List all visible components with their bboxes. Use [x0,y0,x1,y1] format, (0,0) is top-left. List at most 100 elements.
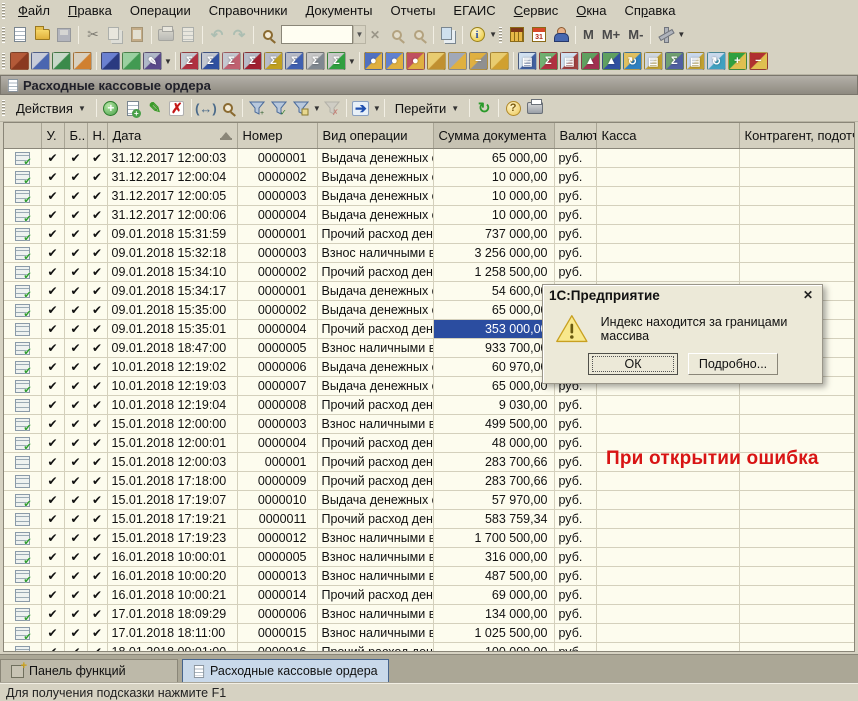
menu-item-операции[interactable]: Операции [121,1,200,20]
details-button[interactable]: Подробно... [688,353,778,375]
cell-cur[interactable]: руб. [554,414,596,433]
cell-type[interactable]: Прочий расход дене... [317,585,433,604]
table-row[interactable]: ✔✔✔15.01.2018 17:18:000000009Прочий расх… [4,471,854,490]
sigma-table-icon[interactable]: Σ [665,52,684,70]
cell-date[interactable]: 10.01.2018 12:19:04 [107,395,237,414]
cell-ctr[interactable] [739,509,854,528]
table-row[interactable]: ✔✔✔31.12.2017 12:00:040000002Выдача дене… [4,167,854,186]
chart-cube-blue-icon[interactable]: ▲ [602,52,621,70]
table-row[interactable]: ✔✔✔10.01.2018 12:19:040000008Прочий расх… [4,395,854,414]
cell-ctr[interactable] [739,414,854,433]
cell-cur[interactable]: руб. [554,547,596,566]
cell-type[interactable]: Выдача денежных с... [317,148,433,167]
cell-type[interactable]: Прочий расход дене... [317,262,433,281]
column-kassa[interactable]: Касса [596,123,739,148]
info-dropdown-icon[interactable]: ▼ [489,30,497,39]
column-accounting[interactable]: Б.. [64,123,87,148]
cut-icon[interactable]: ✂ [83,25,103,45]
cell-kassa[interactable] [596,566,739,585]
doc-coins-icon[interactable]: ▤ [644,52,663,70]
cell-num[interactable]: 0000002 [237,300,317,319]
person-coins-2-icon[interactable]: ● [385,52,404,70]
cell-kassa[interactable] [596,585,739,604]
cell-type[interactable]: Выдача денежных с... [317,376,433,395]
sigma-person-blue-icon[interactable]: Σ [201,52,220,70]
cell-amt[interactable]: 583 759,34 [433,509,554,528]
print-form-orange-icon[interactable] [73,52,92,70]
cell-cur[interactable]: руб. [554,395,596,414]
find-next-icon[interactable] [409,25,429,45]
table-row[interactable]: ✔✔✔15.01.2018 17:19:210000011Прочий расх… [4,509,854,528]
cell-cur[interactable]: руб. [554,490,596,509]
cell-cur[interactable]: руб. [554,604,596,623]
close-icon[interactable]: ✕ [800,288,816,303]
toolbar-grip[interactable] [2,53,5,69]
filter-history-icon[interactable] [291,98,311,118]
sigma-check-green-icon-dropdown[interactable]: ▼ [348,57,356,66]
goto-menu-button[interactable]: Перейти▼ [388,98,466,119]
remove-coins-icon[interactable]: − [749,52,768,70]
cell-kassa[interactable] [596,642,739,652]
ok-button[interactable]: ОК [588,353,678,375]
cell-type[interactable]: Прочий расход дене... [317,452,433,471]
cell-type[interactable]: Взнос наличными в ... [317,414,433,433]
cell-num[interactable]: 0000015 [237,623,317,642]
cell-type[interactable]: Прочий расход дене... [317,319,433,338]
cell-amt[interactable]: 10 000,00 [433,186,554,205]
cell-amt[interactable]: 65 000,00 [433,148,554,167]
cell-kassa[interactable] [596,490,739,509]
print-preview-button[interactable] [178,25,198,45]
journal-edit-icon[interactable]: ✎ [143,52,162,70]
cell-ctr[interactable] [739,547,854,566]
menu-item-правка[interactable]: Правка [59,1,121,20]
coins-pour-icon[interactable] [490,52,509,70]
undo-icon[interactable]: ↶ [207,25,227,45]
add-copy-button[interactable]: + [123,98,143,118]
cell-date[interactable]: 15.01.2018 17:19:23 [107,528,237,547]
cell-date[interactable]: 16.01.2018 10:00:20 [107,566,237,585]
cell-amt[interactable]: 737 000,00 [433,224,554,243]
cell-date[interactable]: 17.01.2018 18:09:29 [107,604,237,623]
redo-icon[interactable]: ↷ [229,25,249,45]
cell-kassa[interactable] [596,205,739,224]
cell-amt[interactable]: 10 000,00 [433,205,554,224]
cell-num[interactable]: 0000008 [237,395,317,414]
cell-amt[interactable]: 1 700 500,00 [433,528,554,547]
copy-icon[interactable] [105,25,125,45]
cell-num[interactable]: 0000006 [237,357,317,376]
cell-type[interactable]: Прочий расход дене... [317,433,433,452]
journal-edit-icon-dropdown[interactable]: ▼ [164,57,172,66]
cell-ctr[interactable] [739,642,854,652]
doc-person-2-icon[interactable]: ▤ [560,52,579,70]
menu-item-справка[interactable]: Справка [615,1,684,20]
cell-type[interactable]: Прочий расход дене... [317,395,433,414]
cell-kassa[interactable] [596,547,739,566]
add-coins-icon[interactable]: + [728,52,747,70]
cell-amt[interactable]: 283 700,66 [433,471,554,490]
cell-num[interactable]: 0000004 [237,433,317,452]
cell-num[interactable]: 0000005 [237,547,317,566]
cell-cur[interactable]: руб. [554,585,596,604]
menu-item-окна[interactable]: Окна [567,1,615,20]
paste-icon[interactable] [127,25,147,45]
cell-type[interactable]: Взнос наличными в ... [317,528,433,547]
find-in-list-icon[interactable] [218,98,238,118]
calendar-icon[interactable]: 31 [529,25,549,45]
find-previous-icon[interactable] [387,25,407,45]
cell-ctr[interactable] [739,490,854,509]
doc-coins-2-icon[interactable]: ▤ [686,52,705,70]
cell-cur[interactable]: руб. [554,224,596,243]
cell-kassa[interactable] [596,262,739,281]
cell-type[interactable]: Прочий расход дене... [317,224,433,243]
windows-icon[interactable] [438,25,458,45]
cell-date[interactable]: 16.01.2018 10:00:21 [107,585,237,604]
cell-date[interactable]: 10.01.2018 12:19:03 [107,376,237,395]
table-row[interactable]: ✔✔✔31.12.2017 12:00:060000004Выдача дене… [4,205,854,224]
cell-amt[interactable]: 1 025 500,00 [433,623,554,642]
cell-num[interactable]: 0000004 [237,319,317,338]
cell-kassa[interactable] [596,224,739,243]
menu-item-справочники[interactable]: Справочники [200,1,297,20]
cell-date[interactable]: 09.01.2018 15:31:59 [107,224,237,243]
cell-kassa[interactable] [596,186,739,205]
cell-num[interactable]: 0000016 [237,642,317,652]
